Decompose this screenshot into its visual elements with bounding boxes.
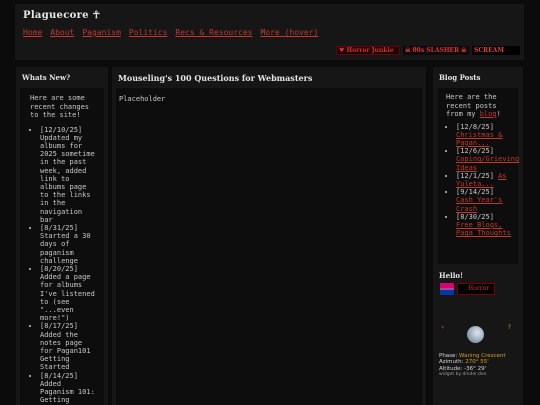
phase-label: Phase: [439, 353, 458, 359]
list-item: [12/10/25] Updated my albums for 2025 so… [40, 126, 98, 224]
post-date: [12/8/25] [456, 122, 494, 131]
whats-new-intro: Here are some recent changes to the site… [30, 94, 90, 119]
placeholder-text: Placeholder [119, 95, 166, 103]
list-item: [12/8/25]Christmas & Pagan... [456, 123, 512, 148]
nav-about[interactable]: About [50, 28, 74, 37]
list-item: [9/14/25]Cash Year's Crash [456, 188, 512, 213]
widget-credit[interactable]: widget by dinder.den [439, 372, 506, 378]
right-sidebar: Blog Posts Here are the recent posts fro… [433, 67, 523, 405]
post-date: [8/30/25] [456, 212, 494, 221]
post-link[interactable]: Cash Year's Crash [456, 196, 512, 212]
post-link[interactable]: Free Blogs, Paga Thoughts [456, 221, 512, 237]
scream-badge: SCREAM [472, 46, 520, 55]
altitude-value: -36° 29' [464, 365, 487, 372]
moon-readout: Phase: Waning Crescent Azimuth: 270° 55'… [439, 353, 506, 379]
moon-phase-widget: ‹ ? Phase: Waning Crescent Azimuth: 270°… [439, 320, 513, 386]
nav-home[interactable]: Home [23, 28, 42, 37]
nav-politics[interactable]: Politics [129, 28, 168, 37]
main-panel: Mouseling's 100 Questions for Webmasters… [112, 67, 426, 405]
main-content: Placeholder [116, 88, 422, 405]
nav-more[interactable]: More (hover) [260, 28, 318, 37]
blog-link[interactable]: blog [480, 110, 497, 118]
list-item: [8/20/25] Added a page for albums I've l… [40, 265, 98, 322]
blog-posts-title: Blog Posts [439, 73, 481, 82]
moon-prev-icon[interactable]: ‹ [441, 324, 445, 331]
nav-recs-resources[interactable]: Recs & Resources [175, 28, 252, 37]
nav-paganism[interactable]: Paganism [82, 28, 121, 37]
list-item: [8/17/25] Added the notes page for Pagan… [40, 322, 98, 371]
horror-badge: Horror [457, 283, 495, 295]
whats-new-panel: Whats New? Here are some recent changes … [16, 67, 108, 405]
whats-new-content[interactable]: Here are some recent changes to the site… [20, 88, 104, 405]
updates-list: [12/10/25] Updated my albums for 2025 so… [30, 126, 98, 405]
blog-posts-list: [12/8/25]Christmas & Pagan... [12/6/25]C… [446, 123, 519, 238]
altitude-label: Altitude: [439, 365, 463, 372]
post-link[interactable]: Christmas & Pagan... [456, 131, 512, 147]
phase-value: Waning Crescent [459, 353, 506, 359]
slasher-badge: ☠ 80s SLASHER ☠ [403, 46, 469, 55]
header-badges: ♥ Horror Junkie ☠ 80s SLASHER ☠ SCREAM [336, 46, 520, 55]
list-item: [12/6/25]Coping/Grieving Ideas [456, 147, 519, 172]
whats-new-title: Whats New? [22, 73, 71, 82]
page-title: Mouseling's 100 Questions for Webmasters [118, 73, 313, 83]
moon-icon [467, 326, 484, 343]
moon-help-icon[interactable]: ? [507, 324, 511, 331]
list-item: [8/30/25]Free Blogs, Paga Thoughts [456, 213, 512, 238]
blog-posts-content: Here are the recent posts from my blog! … [438, 88, 519, 264]
post-date: [12/1/25] [456, 171, 494, 180]
post-date: [9/14/25] [456, 188, 494, 197]
main-nav: Home About Paganism Politics Recs & Reso… [23, 28, 318, 37]
azimuth-label: Azimuth: [439, 359, 464, 366]
hello-title: Hello! [439, 271, 464, 280]
post-link[interactable]: Coping/Grieving Ideas [456, 155, 519, 171]
site-title: Plaguecore ☥ [23, 10, 101, 21]
blog-intro-end: ! [496, 110, 501, 118]
azimuth-value: 270° 55' [465, 359, 489, 366]
site-header: Plaguecore ☥ Home About Paganism Politic… [15, 4, 524, 60]
bi-flag-badge [440, 283, 454, 295]
list-item: [8/31/25] Started a 30 days of paganism … [40, 224, 98, 265]
blog-intro: Here are the recent posts from my blog! [446, 93, 512, 119]
post-date: [12/6/25] [456, 147, 494, 156]
list-item: [12/1/25] As Yuleta... [456, 172, 512, 188]
list-item: [8/14/25] Added Paganism 101: Getting [40, 372, 98, 405]
horror-junkie-badge: ♥ Horror Junkie [336, 46, 400, 55]
